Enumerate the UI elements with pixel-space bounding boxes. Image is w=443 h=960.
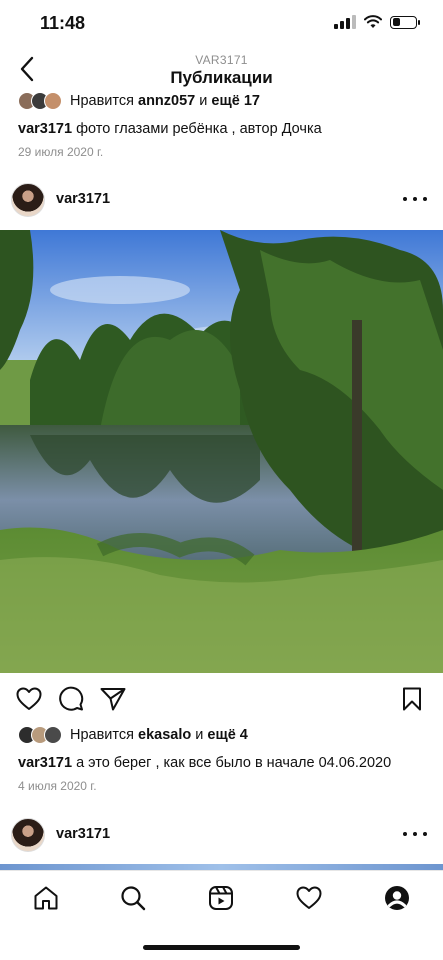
heart-icon [16,687,42,710]
tab-profile[interactable] [382,883,412,913]
post-photo[interactable] [0,230,443,673]
post-caption: var3171 а это берег , как все было в нач… [18,754,391,772]
post-date: 4 июля 2020 г. [18,779,97,793]
likes-user[interactable]: annz057 [138,93,195,109]
avatar[interactable] [11,183,45,217]
caption-username[interactable]: var3171 [18,121,72,137]
post-date: 29 июля 2020 г. [18,145,104,159]
liker-avatar [44,726,62,744]
nav-header: VAR3171 Публикации [0,48,443,94]
status-bar: 11:48 [0,0,443,48]
likes-and: и [199,93,208,109]
post-caption: var3171 фото глазами ребёнка , автор Доч… [18,120,322,138]
reels-icon [209,886,233,910]
home-icon [34,886,58,910]
likes-and: и [195,727,204,743]
likes-row[interactable]: Нравится ekasalo и ещё 4 [18,726,248,744]
activity-heart-icon [296,886,322,909]
home-indicator [143,945,300,950]
battery-icon [390,15,420,29]
paper-plane-icon [100,688,126,711]
comment-button[interactable] [56,684,86,714]
caption-username[interactable]: var3171 [18,755,72,771]
post-username[interactable]: var3171 [56,191,110,207]
status-time: 11:48 [40,13,86,33]
likes-user[interactable]: ekasalo [138,727,191,743]
save-button[interactable] [397,684,427,714]
likes-prefix: Нравится [70,93,134,109]
share-button[interactable] [98,684,128,714]
tab-home[interactable] [31,883,61,913]
comment-icon [59,686,84,711]
tab-bar [0,870,443,930]
post-action-bar [0,684,443,716]
likes-row[interactable]: Нравится annz057 и ещё 17 [18,92,260,110]
post-username[interactable]: var3171 [56,826,110,842]
post-header: var3171 [0,183,443,231]
like-button[interactable] [14,684,44,714]
lake-landscape-photo [0,230,443,673]
more-options-icon[interactable] [403,189,427,209]
likes-prefix: Нравится [70,727,134,743]
tab-reels[interactable] [206,883,236,913]
tab-search[interactable] [118,883,148,913]
status-icons [334,15,420,29]
tab-activity[interactable] [294,883,324,913]
caption-text: а это берег , как все было в начале 04.0… [76,755,392,771]
liker-avatars [18,726,62,744]
caption-text: фото глазами ребёнка , автор Дочка [76,121,322,137]
likes-more[interactable]: ещё 4 [207,727,247,743]
more-options-icon[interactable] [403,824,427,844]
avatar[interactable] [11,818,45,852]
cellular-signal-icon [334,15,356,29]
liker-avatar [44,92,62,110]
profile-icon [385,886,409,910]
post-header: var3171 [0,818,443,866]
page-title: Публикации [170,68,273,87]
bookmark-icon [403,687,421,711]
search-icon [121,886,146,911]
wifi-icon [364,15,382,28]
likes-more[interactable]: ещё 17 [211,93,260,109]
liker-avatars [18,92,62,110]
nav-subtitle: VAR3171 [195,53,248,67]
